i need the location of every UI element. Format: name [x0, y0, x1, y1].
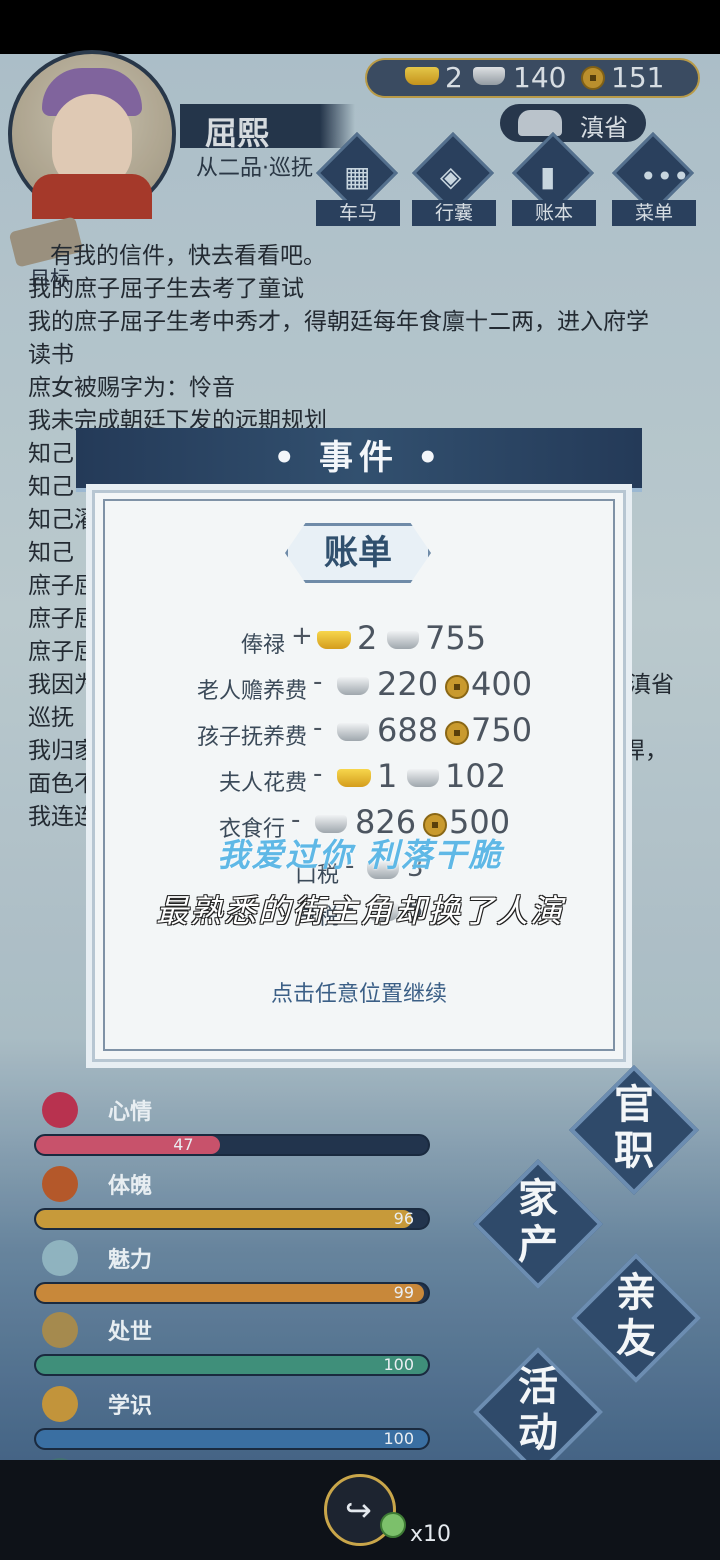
tools-icon [42, 1312, 78, 1348]
bill-label: 俸禄 [240, 633, 285, 658]
bill-coins: 400 [471, 665, 533, 703]
bill-sign: + [291, 621, 313, 651]
bill-silver: 220 [377, 665, 439, 703]
silver-ingot-icon [337, 677, 369, 695]
silver-ingot-icon [387, 631, 419, 649]
bill-row: 夫人花费 - 1 102 [95, 757, 623, 803]
status-bar [0, 0, 720, 54]
stat-value: 100 [383, 1429, 414, 1448]
stat-value: 96 [393, 1209, 414, 1228]
subtitle-line-1: 我爱过你 利落干脆 [217, 836, 503, 874]
mirror-icon [42, 1240, 78, 1276]
coin-icon [445, 721, 469, 745]
stat-bar: 100 [34, 1354, 430, 1376]
bill-silver: 755 [425, 619, 487, 657]
bill-gold: 2 [357, 619, 378, 657]
gem-icon [380, 1512, 406, 1538]
bill-gold: 1 [377, 757, 398, 795]
bill-label: 老人赡养费 [196, 679, 307, 704]
drum-icon [42, 1166, 78, 1202]
flower-icon [42, 1092, 78, 1128]
stat-name: 处世 [108, 1320, 153, 1345]
bill-sign: - [313, 713, 323, 743]
stat-value: 47 [173, 1135, 194, 1154]
bill-sign: - [313, 759, 323, 789]
bill-row: 老人赡养费 - 220 400 [95, 665, 623, 711]
stat-bar: 99 [34, 1282, 430, 1304]
silver-ingot-icon [337, 723, 369, 741]
bill-label: 孩子抚养费 [196, 725, 307, 750]
stat-bar: 96 [34, 1208, 430, 1230]
continue-hint[interactable]: 点击任意位置继续 [95, 976, 623, 1008]
bill-sign: - [313, 667, 323, 697]
stat-name: 体魄 [108, 1174, 153, 1199]
stat-value: 99 [393, 1283, 414, 1302]
bill-silver: 102 [445, 757, 507, 795]
silver-ingot-icon [407, 769, 439, 787]
bill-title: 账单 [324, 533, 392, 573]
stat-name: 魅力 [108, 1248, 153, 1273]
bill-label: 夫人花费 [218, 771, 307, 796]
multiplier-label: x10 [410, 1522, 452, 1547]
modal-title: • 事件 • [273, 438, 445, 478]
bill-modal[interactable]: 账单 俸禄 + 2 755 老人赡养费 - 220 400 孩子抚养费 - 68… [92, 490, 626, 1062]
gold-ingot-icon [317, 631, 351, 649]
subtitle-line-2: 最熟悉的街主角却换了人演 [155, 892, 564, 930]
stat-value: 100 [383, 1355, 414, 1374]
activity-button[interactable]: 活动 [472, 1346, 604, 1478]
modal-banner: • 事件 • [76, 428, 642, 492]
activity-label: 活动 [518, 1364, 558, 1456]
books-icon [42, 1386, 78, 1422]
bill-coins: 750 [471, 711, 533, 749]
bill-row: 俸禄 + 2 755 [95, 619, 623, 665]
stat-bar: 100 [34, 1428, 430, 1450]
stat-name: 心情 [108, 1100, 153, 1125]
stat-name: 学识 [108, 1394, 153, 1419]
bill-silver: 688 [377, 711, 439, 749]
gold-ingot-icon [337, 769, 371, 787]
coin-icon [445, 675, 469, 699]
share-icon: ↪ [345, 1491, 372, 1529]
bill-row: 孩子抚养费 - 688 750 [95, 711, 623, 757]
stat-bar: 47 [34, 1134, 430, 1156]
